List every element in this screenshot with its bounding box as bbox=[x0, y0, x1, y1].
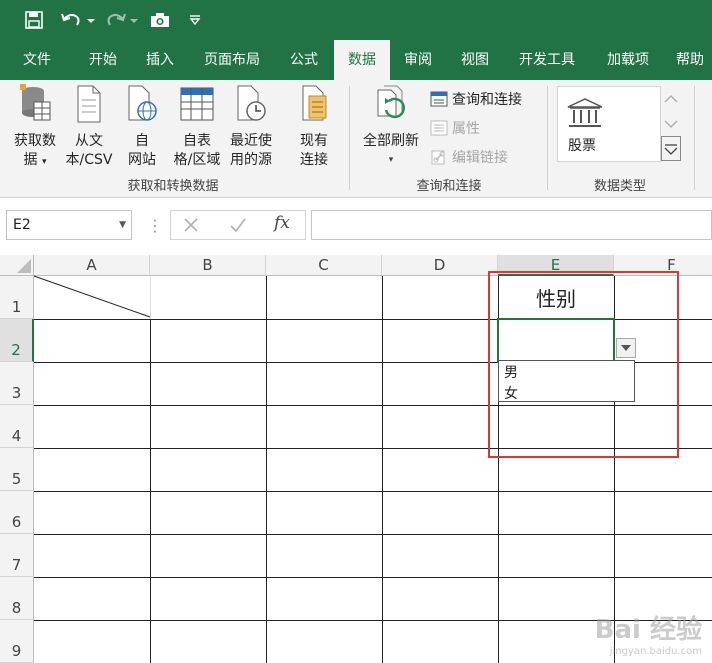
camera-icon[interactable] bbox=[148, 8, 172, 32]
cancel-icon[interactable] bbox=[183, 217, 199, 237]
tab-help[interactable]: 帮助 bbox=[668, 40, 712, 80]
group-separator bbox=[349, 86, 350, 190]
group-separator bbox=[694, 86, 695, 190]
properties-icon bbox=[430, 120, 448, 136]
tab-home[interactable]: 开始 bbox=[74, 40, 132, 80]
get-data-label-1: 获取数 bbox=[14, 133, 56, 149]
from-web-button[interactable]: 自 网站 bbox=[120, 84, 164, 170]
ribbon-tabs: 文件 开始 插入 页面布局 公式 数据 审阅 视图 开发工具 加载项 帮助 bbox=[0, 40, 712, 80]
existing-conn-label-1: 现有 bbox=[300, 133, 328, 149]
from-web-label-2: 网站 bbox=[128, 152, 156, 168]
existing-connections-button[interactable]: 现有 连接 bbox=[290, 84, 338, 170]
connection-document-icon bbox=[290, 84, 338, 130]
diagonal-line bbox=[33, 275, 151, 318]
highlight-annotation-box bbox=[488, 271, 679, 458]
ribbon: 获取数 据 ▾ 从文 本/CSV 自 网站 自表 格/区域 最近使 用的源 现有… bbox=[0, 80, 712, 198]
stocks-button[interactable]: 股票 bbox=[557, 86, 661, 162]
tab-add-ins[interactable]: 加载项 bbox=[594, 40, 662, 80]
from-table-label-2: 格/区域 bbox=[173, 152, 221, 168]
from-text-csv-button[interactable]: 从文 本/CSV bbox=[62, 84, 116, 170]
formula-buttons: fx bbox=[170, 210, 306, 240]
get-data-button[interactable]: 获取数 据 ▾ bbox=[6, 84, 64, 172]
refresh-all-arrow: ▾ bbox=[388, 155, 394, 165]
tab-developer[interactable]: 开发工具 bbox=[506, 40, 588, 80]
watermark-main: Bai 经验 bbox=[594, 615, 702, 645]
scroll-up-icon[interactable] bbox=[661, 86, 681, 111]
formula-bar-grip-icon[interactable]: ⋮ bbox=[147, 216, 163, 235]
properties-label: 属性 bbox=[452, 121, 480, 137]
spreadsheet-grid: A B C D E F 1 2 3 4 5 6 7 8 9 性别 男 女 Bai… bbox=[0, 255, 712, 663]
quick-access-toolbar bbox=[0, 0, 712, 40]
group-get-transform-label: 获取和转换数据 bbox=[127, 179, 219, 194]
recent-sources-label-2: 用的源 bbox=[230, 152, 272, 168]
clock-document-icon bbox=[226, 84, 276, 130]
name-box-value: E2 bbox=[13, 217, 31, 233]
tab-review[interactable]: 审阅 bbox=[392, 40, 444, 80]
chevron-down-icon[interactable]: ▼ bbox=[119, 211, 126, 239]
watermark: Bai 经验 jingyan.baidu.com bbox=[595, 609, 702, 657]
refresh-icon bbox=[356, 84, 426, 130]
stocks-label: 股票 bbox=[568, 138, 596, 154]
tab-view[interactable]: 视图 bbox=[448, 40, 502, 80]
watermark-sub: jingyan.baidu.com bbox=[609, 646, 702, 657]
group-separator bbox=[547, 86, 548, 190]
tab-formulas[interactable]: 公式 bbox=[278, 40, 330, 80]
document-icon bbox=[62, 84, 116, 130]
bank-icon bbox=[566, 97, 604, 133]
name-box[interactable]: E2 ▼ bbox=[6, 210, 132, 240]
tab-data[interactable]: 数据 bbox=[334, 40, 390, 80]
from-table-range-button[interactable]: 自表 格/区域 bbox=[168, 84, 226, 170]
web-icon bbox=[120, 84, 164, 130]
queries-icon bbox=[430, 91, 448, 107]
formula-input[interactable] bbox=[311, 210, 712, 240]
tab-file[interactable]: 文件 bbox=[8, 40, 66, 80]
insert-function-icon[interactable]: fx bbox=[274, 213, 290, 233]
queries-connections-button[interactable]: 查询和连接 bbox=[430, 88, 522, 110]
get-data-label-2: 据 ▾ bbox=[23, 152, 47, 168]
edit-links-label: 编辑链接 bbox=[452, 150, 508, 166]
tab-page-layout[interactable]: 页面布局 bbox=[192, 40, 272, 80]
from-table-label-1: 自表 bbox=[183, 133, 211, 149]
enter-icon[interactable] bbox=[229, 217, 247, 237]
properties-button[interactable]: 属性 bbox=[430, 117, 480, 139]
existing-conn-label-2: 连接 bbox=[300, 152, 328, 168]
scroll-down-icon[interactable] bbox=[661, 111, 681, 136]
datatype-scroll bbox=[661, 86, 681, 162]
recent-sources-button[interactable]: 最近使 用的源 bbox=[226, 84, 276, 170]
table-icon bbox=[168, 84, 226, 130]
link-icon bbox=[431, 150, 445, 165]
customize-icon[interactable] bbox=[186, 8, 204, 32]
from-csv-label-2: 本/CSV bbox=[65, 152, 113, 168]
tab-insert[interactable]: 插入 bbox=[131, 40, 189, 80]
save-icon[interactable] bbox=[22, 8, 46, 32]
group-datatypes-label: 数据类型 bbox=[593, 179, 646, 194]
database-icon bbox=[6, 84, 64, 130]
from-web-label-1: 自 bbox=[135, 133, 149, 149]
group-queries-label: 查询和连接 bbox=[416, 179, 482, 194]
refresh-all-label: 全部刷新 bbox=[363, 133, 419, 149]
recent-sources-label-1: 最近使 bbox=[230, 133, 272, 149]
gallery-expand-icon[interactable] bbox=[661, 136, 681, 161]
refresh-all-button[interactable]: 全部刷新 ▾ bbox=[356, 84, 426, 170]
formula-bar: E2 ▼ ⋮ fx bbox=[0, 198, 712, 255]
from-csv-label-1: 从文 bbox=[75, 133, 103, 149]
queries-connections-label: 查询和连接 bbox=[452, 92, 522, 108]
edit-links-button[interactable]: 编辑链接 bbox=[430, 146, 508, 168]
undo-icon[interactable] bbox=[58, 8, 98, 32]
redo-icon[interactable] bbox=[104, 8, 140, 32]
